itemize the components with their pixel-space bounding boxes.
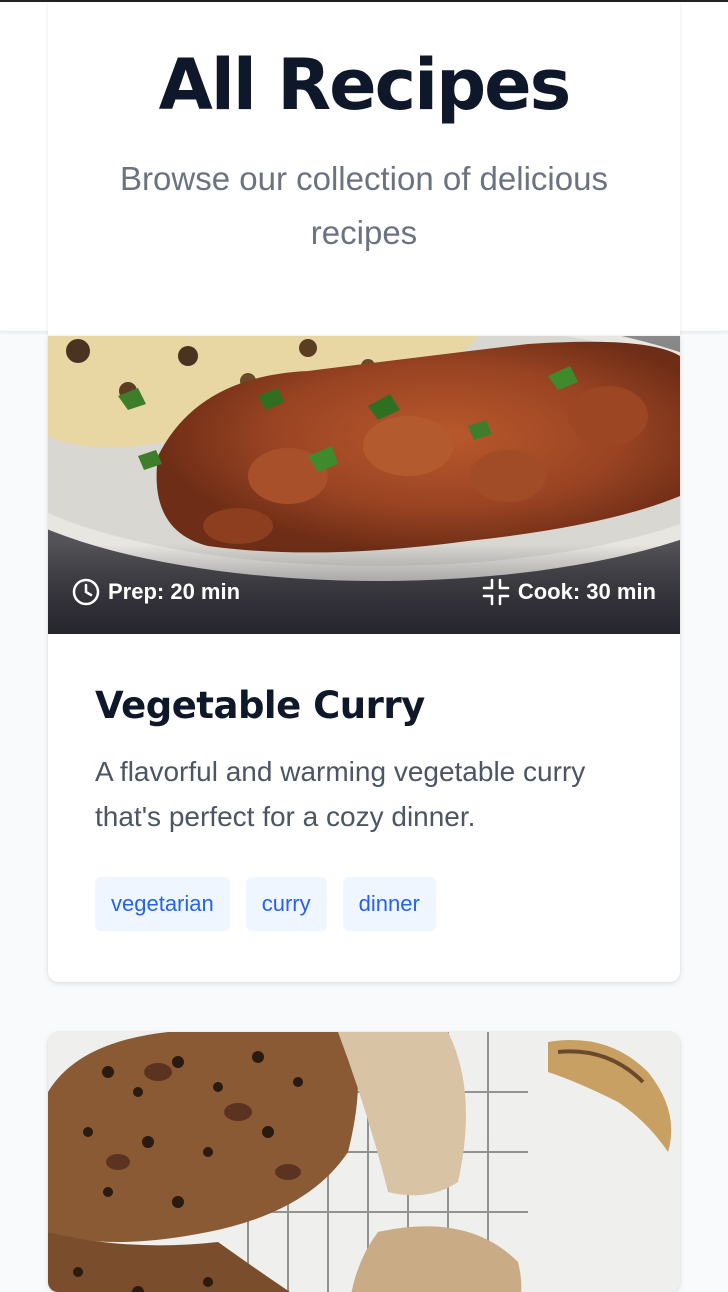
- recipe-card[interactable]: Prep: 20 min Cook: 30 min Vegetable Curr…: [48, 336, 680, 982]
- cook-time: Cook: 30 min: [482, 578, 656, 606]
- tag-dinner[interactable]: dinner: [342, 877, 436, 931]
- prep-time: Prep: 20 min: [72, 578, 240, 606]
- recipe-image[interactable]: [48, 1032, 680, 1292]
- minimize-icon: [482, 578, 510, 606]
- recipe-image[interactable]: Prep: 20 min Cook: 30 min: [48, 336, 680, 634]
- page-subtitle: Browse our collection of delicious recip…: [120, 160, 608, 251]
- recipe-card[interactable]: [48, 1032, 680, 1292]
- recipe-description: A flavorful and warming vegetable curry …: [95, 756, 586, 832]
- prep-time-label: Prep: 20 min: [108, 579, 241, 604]
- recipe-title[interactable]: Vegetable Curry: [95, 684, 633, 727]
- clock-icon: [72, 578, 100, 606]
- card-body: Vegetable Curry A flavorful and warming …: [48, 634, 680, 931]
- tag-curry[interactable]: curry: [245, 877, 327, 931]
- banana-bread-photo: [48, 1032, 680, 1292]
- tag-list: vegetarian curry dinner: [95, 877, 633, 931]
- cook-time-label: Cook: 30 min: [517, 579, 656, 604]
- page-header: All Recipes Browse our collection of del…: [48, 2, 680, 336]
- tag-vegetarian[interactable]: vegetarian: [95, 877, 230, 931]
- page-title: All Recipes: [158, 44, 572, 126]
